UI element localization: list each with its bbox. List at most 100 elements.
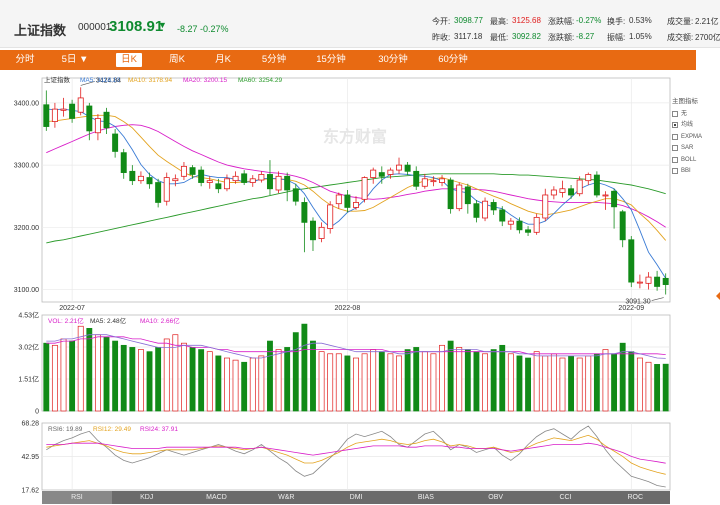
- candle-body[interactable]: [654, 276, 661, 287]
- checkbox-icon[interactable]: [672, 122, 678, 129]
- candle-body[interactable]: [172, 178, 179, 182]
- volume-bar[interactable]: [232, 359, 239, 412]
- candle-body[interactable]: [258, 174, 265, 181]
- volume-bar[interactable]: [275, 349, 282, 412]
- candle-body[interactable]: [180, 165, 187, 177]
- candle-body[interactable]: [292, 188, 299, 202]
- candle-body[interactable]: [636, 281, 643, 284]
- candle-body[interactable]: [421, 178, 428, 187]
- candle-body[interactable]: [525, 229, 532, 233]
- volume-bar[interactable]: [378, 351, 385, 412]
- volume-bar[interactable]: [249, 357, 256, 412]
- candle-body[interactable]: [619, 211, 626, 241]
- volume-bar[interactable]: [645, 361, 652, 412]
- volume-bar[interactable]: [206, 351, 213, 412]
- volume-bar[interactable]: [112, 340, 119, 412]
- candle-body[interactable]: [275, 175, 282, 191]
- candle-body[interactable]: [43, 104, 50, 127]
- volume-bar[interactable]: [138, 349, 144, 412]
- volume-bar[interactable]: [353, 357, 359, 412]
- candle-body[interactable]: [223, 178, 230, 190]
- candle-body[interactable]: [146, 177, 153, 185]
- expand-arrow-icon[interactable]: [716, 292, 720, 300]
- volume-bar[interactable]: [490, 349, 497, 412]
- candle-body[interactable]: [155, 182, 162, 203]
- volume-bar[interactable]: [507, 353, 514, 412]
- volume-bar[interactable]: [439, 344, 445, 412]
- volume-bar[interactable]: [43, 342, 50, 412]
- volume-bar[interactable]: [533, 351, 540, 412]
- indicator-tab-3[interactable]: W&R: [251, 491, 321, 504]
- volume-bar[interactable]: [284, 347, 291, 412]
- indicator-option-2[interactable]: EXPMA: [672, 131, 718, 143]
- candle-body[interactable]: [568, 188, 575, 196]
- indicator-tab-7[interactable]: CCI: [531, 491, 601, 504]
- volume-bar[interactable]: [335, 353, 342, 412]
- candle-body[interactable]: [550, 189, 557, 196]
- volume-bar[interactable]: [155, 347, 162, 412]
- volume-bar[interactable]: [69, 340, 76, 412]
- candle-body[interactable]: [69, 103, 76, 119]
- volume-bar[interactable]: [559, 357, 566, 412]
- checkbox-icon[interactable]: [672, 110, 678, 117]
- tab-3[interactable]: 周K: [166, 53, 188, 67]
- candle-body[interactable]: [490, 202, 497, 211]
- volume-bar[interactable]: [611, 353, 618, 412]
- volume-bar[interactable]: [516, 355, 523, 412]
- tab-2[interactable]: 日K: [116, 53, 142, 67]
- indicator-tab-5[interactable]: BIAS: [391, 491, 461, 504]
- candle-body[interactable]: [404, 164, 411, 172]
- volume-bar[interactable]: [86, 328, 93, 412]
- tab-4[interactable]: 月K: [212, 53, 234, 67]
- candle-body[interactable]: [645, 276, 652, 284]
- volume-bar[interactable]: [550, 353, 557, 412]
- indicator-tab-1[interactable]: KDJ: [112, 491, 182, 504]
- volume-bar[interactable]: [163, 338, 170, 412]
- volume-bar[interactable]: [413, 347, 420, 412]
- checkbox-icon[interactable]: [672, 133, 678, 140]
- candle-body[interactable]: [318, 226, 325, 239]
- candle-body[interactable]: [120, 152, 127, 173]
- volume-bar[interactable]: [396, 355, 402, 412]
- candle-body[interactable]: [310, 220, 316, 241]
- candle-body[interactable]: [327, 204, 334, 229]
- candle-body[interactable]: [378, 172, 385, 177]
- indicator-tab-8[interactable]: ROC: [600, 491, 670, 504]
- tab-0[interactable]: 分时: [14, 53, 36, 67]
- volume-bar[interactable]: [585, 355, 592, 412]
- candle-body[interactable]: [163, 177, 170, 202]
- volume-bar[interactable]: [292, 332, 299, 412]
- candle-body[interactable]: [439, 178, 446, 183]
- volume-bar[interactable]: [241, 361, 248, 412]
- indicator-tab-0[interactable]: RSI: [42, 491, 112, 504]
- volume-bar[interactable]: [215, 355, 222, 412]
- candle-body[interactable]: [396, 164, 402, 171]
- candle-body[interactable]: [137, 175, 144, 182]
- candle-body[interactable]: [241, 173, 248, 183]
- candle-body[interactable]: [507, 220, 514, 225]
- volume-bar[interactable]: [593, 353, 600, 412]
- candle-body[interactable]: [576, 179, 583, 195]
- volume-bar[interactable]: [464, 349, 471, 412]
- candle-body[interactable]: [473, 203, 480, 218]
- indicator-option-0[interactable]: 无: [672, 108, 718, 120]
- volume-bar[interactable]: [602, 349, 609, 412]
- volume-bar[interactable]: [327, 353, 334, 412]
- volume-bar[interactable]: [370, 349, 377, 412]
- candle-body[interactable]: [189, 167, 196, 175]
- candle-body[interactable]: [482, 200, 489, 219]
- volume-bar[interactable]: [258, 355, 265, 412]
- candle-body[interactable]: [206, 180, 213, 183]
- volume-bar[interactable]: [172, 334, 179, 412]
- volume-bar[interactable]: [103, 336, 110, 412]
- indicator-tab-4[interactable]: DMI: [321, 491, 391, 504]
- candle-body[interactable]: [215, 183, 222, 190]
- candle-body[interactable]: [301, 202, 308, 223]
- candle-body[interactable]: [232, 175, 239, 182]
- candle-body[interactable]: [361, 177, 368, 200]
- candle-body[interactable]: [284, 175, 291, 191]
- candle-body[interactable]: [387, 169, 394, 175]
- tab-6[interactable]: 15分钟: [312, 53, 350, 67]
- volume-bar[interactable]: [120, 344, 127, 412]
- candle-body[interactable]: [516, 220, 523, 231]
